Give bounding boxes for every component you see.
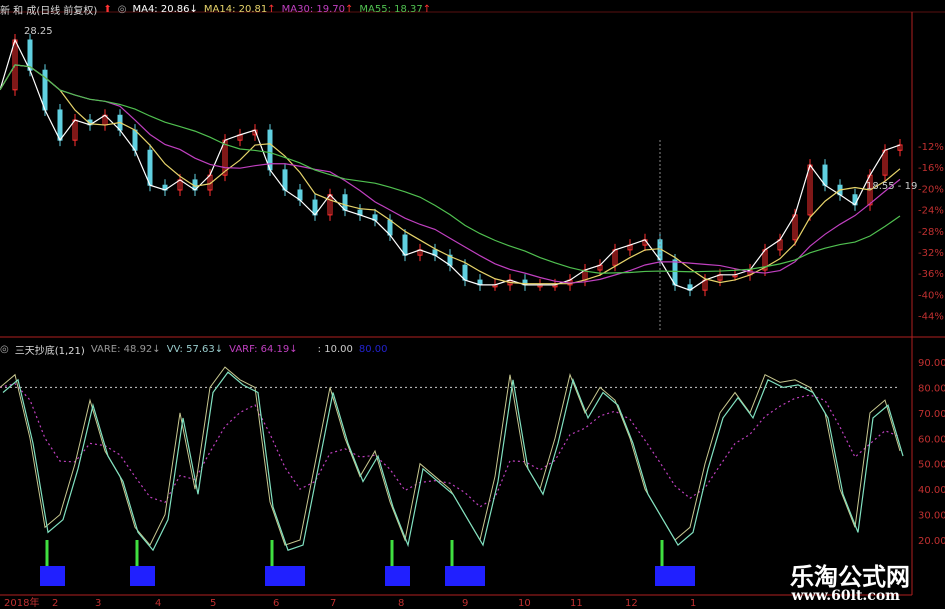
vv-line (2, 371, 904, 552)
month-tick-label: 10 (518, 598, 531, 609)
price-tick-label: -24% (918, 206, 944, 217)
extra2-label: 80.00 (358, 344, 388, 355)
indicator-tick-label: 50.00 (918, 460, 945, 471)
price-tick-label: -40% (918, 290, 944, 301)
ma30-label: MA30: 19.70↑ (281, 4, 354, 15)
price-tick-label: -12% (918, 142, 944, 153)
price-tick-label: -44% (918, 312, 944, 323)
indicator-tick-label: 30.00 (918, 511, 945, 522)
indicator-tick-label: 90.00 (918, 358, 945, 369)
watermark-name: 乐淘公式网 (790, 562, 910, 591)
vv-label: VV: 57.63↓ (166, 344, 224, 355)
price-legend: 新 和 成(日线 前复权) ⬆ ◎ MA4: 20.86↓ MA14: 20.8… (0, 2, 431, 17)
indicator-tick-label: 20.00 (918, 536, 945, 547)
month-tick-label: 2 (52, 598, 58, 609)
vare-line (0, 366, 901, 547)
price-tick-label: -16% (918, 163, 944, 174)
high-price-label: 28.25 (24, 26, 53, 37)
indicator-title: 三天抄底(1,21) (14, 346, 85, 357)
ma-line-ma55 (0, 64, 901, 274)
price-tick-label: -32% (918, 248, 944, 259)
ma4-label: MA4: 20.86↓ (132, 4, 198, 15)
ma55-label: MA55: 18.37↑ (359, 4, 432, 15)
month-tick-label: 5 (210, 598, 216, 609)
month-tick-label: 1 (690, 598, 696, 609)
settings-icon[interactable]: ◎ (118, 4, 127, 15)
indicator-tick-label: 80.00 (918, 383, 945, 394)
buy-signal-bar (385, 566, 410, 586)
month-tick-label: 11 (570, 598, 583, 609)
signal-line (0, 382, 901, 508)
price-tick-label: -36% (918, 269, 944, 280)
indicator-tick-label: 40.00 (918, 485, 945, 496)
month-tick-label: 6 (273, 598, 279, 609)
cursor-price-label: 18.55 - 19 (866, 181, 918, 192)
price-tick-label: -20% (918, 184, 944, 195)
month-tick-label: 9 (462, 598, 468, 609)
settings-icon[interactable]: ◎ (0, 344, 9, 355)
month-tick-label: 7 (330, 598, 336, 609)
varf-label: VARF: 64.19↓ (229, 344, 298, 355)
indicator-tick-label: 70.00 (918, 409, 945, 420)
month-tick-label: 4 (155, 598, 161, 609)
buy-signal-bar (130, 566, 155, 586)
month-tick-label: 2018年 (4, 596, 39, 609)
extra-label: : 10.00 (317, 344, 353, 355)
month-tick-label: 3 (95, 598, 101, 609)
indicator-legend: ◎ 三天抄底(1,21) VARE: 48.92↓ VV: 57.63↓ VAR… (0, 342, 388, 357)
buy-signal-bar (265, 566, 305, 586)
indicator-tick-label: 60.00 (918, 434, 945, 445)
watermark-url: www.60lt.com (791, 588, 900, 604)
up-arrow-icon: ⬆ (103, 4, 112, 15)
ma14-label: MA14: 20.81↑ (203, 4, 276, 15)
chart-canvas: -12% -16% -20% -24% -28% -32% -36% -40% -44% 90.0… (0, 11, 945, 609)
month-tick-label: 8 (398, 598, 404, 609)
price-tick-label: -28% (918, 227, 944, 238)
vare-label: VARE: 48.92↓ (90, 344, 161, 355)
stock-title: 新 和 成(日线 前复权) (0, 6, 98, 17)
buy-signal-bar (655, 566, 695, 586)
buy-signal-bar (40, 566, 65, 586)
buy-signal-bar (445, 566, 485, 586)
month-tick-label: 12 (625, 598, 638, 609)
